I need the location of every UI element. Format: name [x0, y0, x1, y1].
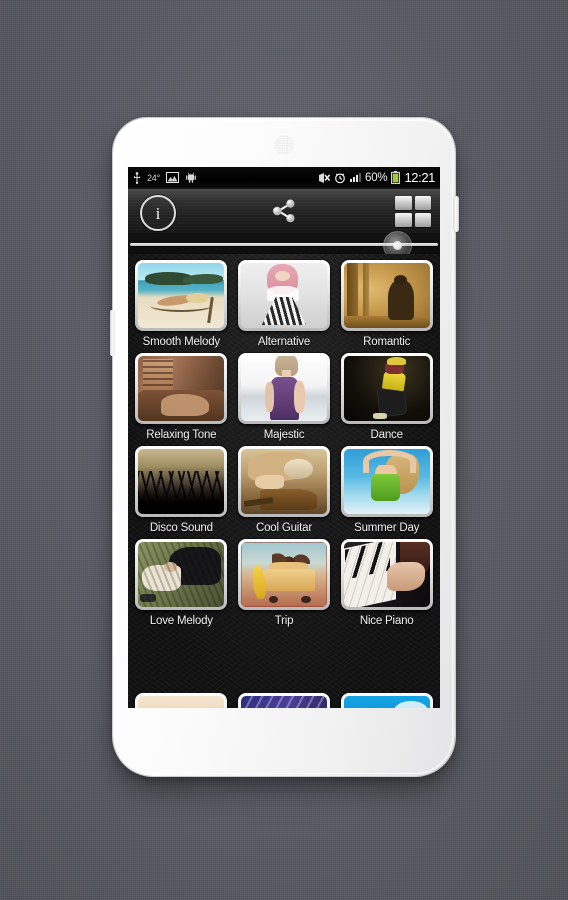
thumbnail-image — [240, 449, 327, 514]
thumbnail-frame — [340, 446, 433, 517]
grid-square-2 — [414, 196, 431, 210]
tile-grid: Smooth Melody Alternative Romantic Relax… — [128, 254, 440, 632]
thumbnail-image — [240, 542, 327, 607]
temperature-indicator: 24° — [147, 172, 161, 183]
phone-screen: 24° 60% 12:21 i Smooth Melody Alternativ… — [128, 167, 440, 708]
grid-square-1 — [395, 196, 412, 210]
list-item[interactable]: Cool Guitar — [235, 446, 334, 539]
list-item[interactable]: Smooth Melody — [132, 260, 231, 353]
list-item-label: Relaxing Tone — [146, 429, 217, 441]
thumbnail-frame — [237, 539, 330, 610]
thumbnail-frame — [135, 353, 228, 424]
list-item-label: Disco Sound — [149, 522, 213, 534]
thumbnail-frame — [237, 260, 330, 331]
info-button[interactable]: i — [140, 195, 176, 231]
thumbnail-frame — [340, 353, 433, 424]
list-item[interactable] — [337, 693, 436, 708]
thumbnail-image — [138, 449, 225, 514]
usb-icon — [133, 171, 141, 184]
thumbnail-image — [343, 356, 430, 421]
thumbnail-frame — [135, 446, 228, 517]
list-item-label: Summer Day — [354, 522, 420, 534]
thumbnail-image — [240, 263, 327, 328]
list-item[interactable]: Dance — [337, 353, 436, 446]
list-item[interactable]: Nice Piano — [337, 539, 436, 632]
list-item[interactable]: Love Melody — [132, 539, 231, 632]
app-toolbar: i — [128, 189, 440, 234]
thumbnail-image — [343, 449, 430, 514]
thumbnail-image — [138, 542, 225, 607]
list-item-label: Alternative — [257, 336, 311, 348]
share-button[interactable] — [271, 199, 297, 223]
list-item-label: Cool Guitar — [256, 522, 312, 534]
grid-view-button[interactable] — [395, 196, 431, 227]
page-background: 24° 60% 12:21 i Smooth Melody Alternativ… — [0, 0, 568, 900]
power-button[interactable] — [454, 196, 459, 232]
phone-device: 24° 60% 12:21 i Smooth Melody Alternativ… — [110, 118, 459, 776]
list-item[interactable]: Majestic — [235, 353, 334, 446]
list-item[interactable]: Trip — [235, 539, 334, 632]
tile-grid-container[interactable]: Smooth Melody Alternative Romantic Relax… — [128, 254, 440, 708]
grid-square-4 — [414, 213, 431, 227]
thumbnail-image — [138, 263, 225, 328]
list-item-label: Trip — [274, 615, 294, 627]
list-item[interactable]: Disco Sound — [132, 446, 231, 539]
mute-icon — [317, 172, 331, 184]
battery-percent: 60% — [365, 171, 388, 184]
thumbnail-frame — [237, 693, 330, 708]
thumbnail-image — [138, 356, 225, 421]
clock: 12:21 — [404, 170, 435, 185]
list-item-label: Majestic — [263, 429, 305, 441]
list-item[interactable] — [132, 693, 231, 708]
zoom-slider[interactable] — [128, 231, 440, 260]
grid-square-3 — [395, 213, 412, 227]
thumbnail-image — [343, 696, 430, 708]
share-icon — [272, 199, 295, 223]
partial-next-row[interactable] — [128, 693, 440, 708]
thumbnail-image — [240, 696, 327, 708]
list-item[interactable]: Alternative — [235, 260, 334, 353]
thumbnail-frame — [237, 353, 330, 424]
signal-bars-icon — [350, 173, 362, 182]
list-item-label: Romantic — [363, 336, 411, 348]
earpiece-speaker-grille — [274, 135, 294, 155]
thumbnail-frame — [340, 260, 433, 331]
status-bar: 24° 60% 12:21 — [128, 167, 440, 189]
battery-icon — [391, 171, 401, 184]
thumbnail-image — [240, 356, 327, 421]
thumbnail-frame — [135, 693, 228, 708]
thumbnail-frame — [340, 693, 433, 708]
alarm-clock-icon — [334, 172, 346, 184]
list-item-label: Dance — [370, 429, 403, 441]
thumbnail-frame — [340, 539, 433, 610]
thumbnail-image — [343, 542, 430, 607]
thumbnail-frame — [237, 446, 330, 517]
thumbnail-image — [138, 696, 225, 708]
list-item[interactable]: Relaxing Tone — [132, 353, 231, 446]
thumbnail-image — [343, 263, 430, 328]
list-item-label: Nice Piano — [359, 615, 414, 627]
list-item[interactable] — [235, 693, 334, 708]
thumbnail-frame — [135, 539, 228, 610]
info-button-label: i — [155, 203, 161, 223]
thumbnail-frame — [135, 260, 228, 331]
image-icon — [166, 172, 180, 183]
list-item[interactable]: Summer Day — [337, 446, 436, 539]
list-item-label: Smooth Melody — [142, 336, 221, 348]
list-item[interactable]: Romantic — [337, 260, 436, 353]
list-item-label: Love Melody — [149, 615, 213, 627]
volume-button[interactable] — [110, 310, 114, 356]
android-robot-icon — [185, 172, 197, 184]
